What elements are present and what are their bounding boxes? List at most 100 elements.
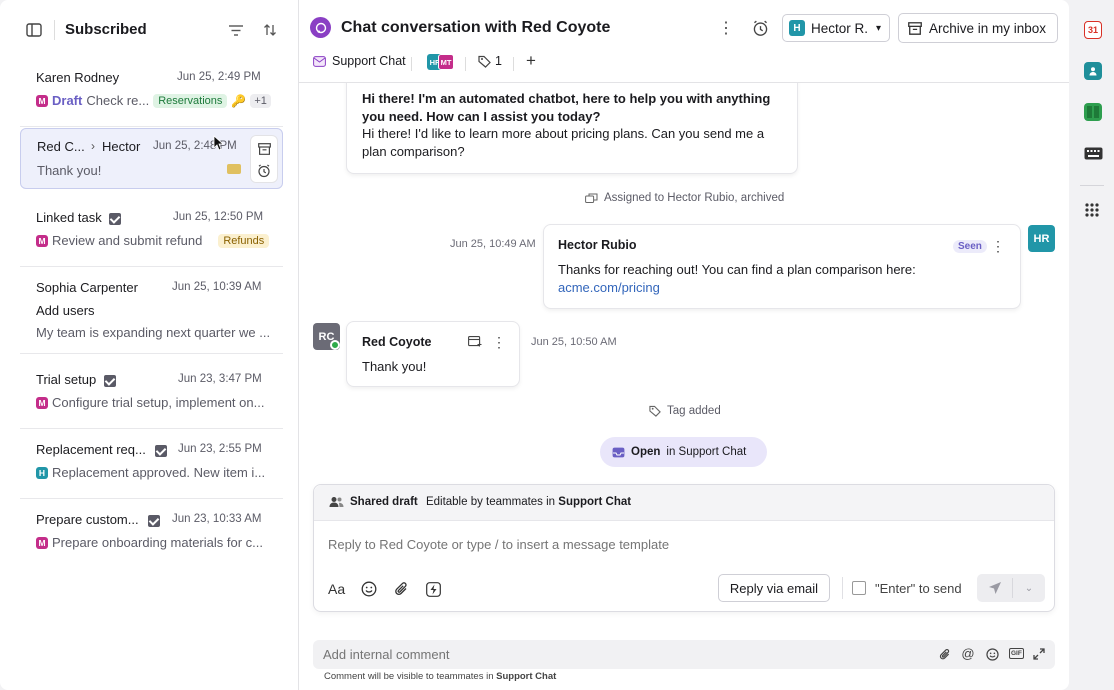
conversation-pane: Chat conversation with Red Coyote ⋮ H He… — [299, 0, 1069, 690]
task-check-icon — [103, 374, 116, 387]
snooze-icon[interactable] — [257, 164, 271, 178]
more-options-icon[interactable]: ⋮ — [492, 334, 506, 350]
inbox-icon — [313, 55, 326, 67]
item-date: Jun 23, 10:33 AM — [172, 513, 262, 525]
item-name: Linked task — [36, 210, 122, 225]
inbox-chip[interactable]: Support Chat — [313, 54, 406, 68]
message-timestamp: Jun 25, 10:50 AM — [531, 336, 617, 348]
item-name: Sophia Carpenter — [36, 280, 138, 295]
inbox-badge: M — [36, 536, 48, 549]
list-item[interactable]: Linked task Jun 25, 12:50 PM M Review an… — [20, 200, 283, 267]
sort-icon[interactable] — [261, 21, 279, 39]
assignee-dropdown[interactable]: H Hector R. ▾ — [782, 14, 890, 42]
inbox-badge: M — [36, 94, 48, 107]
tags-button[interactable]: 1 — [478, 54, 502, 68]
send-options-chevron-icon[interactable]: ⌄ — [1013, 574, 1045, 602]
keyboard-shortcuts-icon[interactable] — [1083, 145, 1103, 161]
editable-note: Editable by teammates in — [425, 496, 556, 508]
card-icon — [227, 164, 241, 174]
reply-input[interactable] — [328, 533, 1028, 555]
status-inbox: in Support Chat — [666, 446, 747, 458]
calendar-app-icon[interactable]: 31 — [1084, 21, 1102, 39]
inbox-badge: M — [36, 234, 48, 247]
more-tags-badge: +1 — [250, 93, 271, 108]
expand-icon[interactable] — [1032, 647, 1046, 661]
list-item[interactable]: Replacement req... Jun 23, 2:55 PM H Rep… — [20, 432, 283, 499]
enter-to-send-label: "Enter" to send — [875, 581, 962, 596]
sender-name: Red Coyote — [362, 335, 432, 349]
archive-icon[interactable] — [257, 142, 271, 156]
task-check-icon — [148, 514, 161, 527]
online-status-icon — [330, 340, 340, 350]
open-status-chip[interactable]: Open in Support Chat — [600, 437, 767, 467]
attachment-icon[interactable] — [392, 580, 410, 598]
item-date: Jun 25, 10:39 AM — [172, 281, 262, 293]
mention-icon[interactable]: @ — [961, 646, 975, 661]
send-icon[interactable] — [977, 574, 1012, 602]
list-item-selected[interactable]: Red C... › Hector Jun 25, 2:48 PM Thank … — [20, 128, 283, 189]
list-header: Subscribed — [0, 0, 299, 60]
item-preview: Replacement approved. New item i... — [52, 465, 266, 480]
task-check-icon — [109, 212, 122, 225]
filter-icon[interactable] — [227, 21, 245, 39]
item-preview: My team is expanding next quarter we ... — [36, 325, 271, 340]
snooze-icon[interactable] — [751, 19, 769, 37]
tag-icon — [649, 405, 661, 417]
enter-to-send-checkbox[interactable] — [852, 581, 866, 595]
more-options-icon[interactable]: ⋮ — [991, 238, 1005, 254]
tag-count: 1 — [495, 54, 502, 68]
item-date: Jun 25, 2:49 PM — [177, 71, 261, 83]
inbox-icon — [612, 447, 625, 457]
bot-message: Hi there! I'm an automated chatbot, here… — [362, 91, 771, 124]
list-item[interactable]: Prepare custom... Jun 23, 10:33 AM M Pre… — [20, 502, 283, 564]
reply-via-email-button[interactable]: Reply via email — [718, 574, 830, 602]
reply-composer: Shared draft Editable by teammates in Su… — [313, 484, 1055, 612]
gif-icon[interactable]: GIF — [1009, 648, 1024, 659]
item-preview: Thank you! — [37, 163, 102, 178]
customer-message: Thank you! — [362, 359, 427, 374]
item-preview: Configure trial setup, implement on... — [52, 395, 265, 410]
assignee-avatar: H — [789, 20, 805, 36]
archive-label: Archive in my inbox — [929, 20, 1047, 36]
emoji-icon[interactable] — [985, 647, 999, 661]
item-name: Trial setup — [36, 372, 116, 387]
item-preview: Check re... — [86, 93, 150, 108]
item-name: Replacement req... — [36, 442, 168, 457]
editable-inbox: Support Chat — [558, 496, 632, 508]
emoji-icon[interactable] — [360, 580, 378, 598]
add-icon[interactable]: + — [524, 51, 538, 70]
list-item[interactable]: Karen Rodney Jun 25, 2:49 PM M Draft Che… — [20, 60, 283, 127]
more-options-icon[interactable]: ⋮ — [717, 19, 735, 37]
convert-to-task-icon[interactable] — [467, 335, 483, 349]
item-actions — [250, 135, 278, 183]
quick-action-icon[interactable] — [424, 580, 442, 598]
contacts-app-icon[interactable] — [1084, 62, 1102, 80]
sidebar-toggle-icon[interactable] — [25, 21, 43, 39]
list-item[interactable]: Sophia Carpenter Jun 25, 10:39 AM Add us… — [20, 270, 283, 354]
app-window: Subscribed Karen Rodney Jun 25, 2:49 PM … — [0, 0, 1069, 690]
notes-app-icon[interactable] — [1084, 103, 1102, 121]
internal-comment-input[interactable] — [323, 644, 923, 665]
seen-badge: Seen — [953, 240, 987, 253]
item-date: Jun 23, 2:55 PM — [178, 443, 262, 455]
customer-message: Hi there! I'd like to learn more about p… — [362, 126, 765, 159]
conversation-list-pane: Subscribed Karen Rodney Jun 25, 2:49 PM … — [0, 0, 299, 690]
participant-avatar: MT — [438, 54, 454, 70]
teammates-icon — [329, 496, 344, 511]
agent-message: Thanks for reaching out! You can find a … — [558, 262, 916, 277]
app-rail: 31 — [1069, 0, 1114, 690]
item-subject: Add users — [36, 303, 95, 318]
apps-grid-icon[interactable] — [1084, 202, 1100, 218]
archive-icon — [908, 21, 922, 35]
archive-in-inbox-button[interactable]: Archive in my inbox — [898, 13, 1058, 43]
pricing-link[interactable]: acme.com/pricing — [558, 280, 660, 295]
text-format-icon[interactable]: Aa — [328, 581, 345, 597]
participants-avatars[interactable]: HR MT — [427, 54, 457, 70]
assignee-name: Hector R. — [811, 20, 869, 36]
message-timestamp: Jun 25, 10:49 AM — [450, 238, 536, 250]
attachment-icon[interactable] — [938, 647, 952, 661]
list-item[interactable]: Trial setup Jun 23, 3:47 PM M Configure … — [20, 362, 283, 429]
chat-channel-icon — [310, 17, 331, 38]
item-recipient: Hector — [102, 139, 141, 154]
chevron-down-icon: ▾ — [876, 22, 882, 34]
